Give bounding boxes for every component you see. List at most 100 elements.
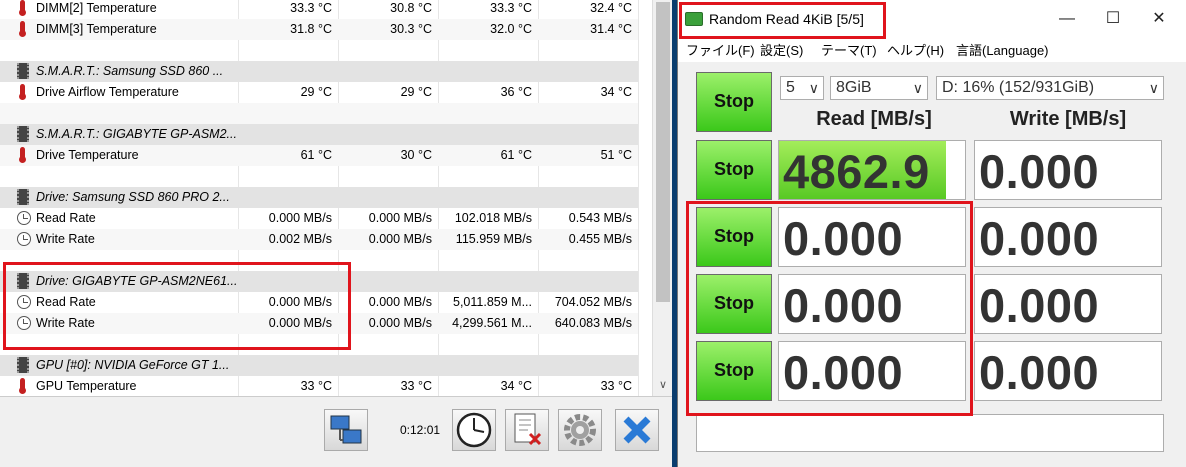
- network-button[interactable]: [324, 409, 368, 451]
- spacer-row: [0, 40, 638, 61]
- read-value-1: 4862.9: [783, 145, 930, 198]
- chip-icon: [17, 63, 29, 79]
- network-icon: [330, 415, 362, 444]
- write-result-4: 0.000: [974, 341, 1162, 401]
- spacer-row: [0, 166, 638, 187]
- sensor-row[interactable]: DIMM[3] Temperature 31.8 °C 30.3 °C 32.0 °C…: [0, 19, 638, 40]
- max-value: 4,299.561 M...: [452, 316, 532, 330]
- hwinfo-toolbar: 0:12:01: [0, 396, 672, 467]
- min-value: 30.8 °C: [390, 1, 432, 15]
- highlight-title: [679, 2, 886, 39]
- close-icon: [623, 416, 651, 444]
- clock-icon: [456, 412, 492, 448]
- max-value: 34 °C: [500, 379, 532, 393]
- current-value: 31.8 °C: [290, 22, 332, 36]
- minimize-button[interactable]: —: [1044, 6, 1090, 32]
- stop-test-1-button[interactable]: Stop: [696, 140, 772, 200]
- close-sensors-button[interactable]: [615, 409, 659, 451]
- chip-icon: [17, 126, 29, 142]
- close-button[interactable]: ✕: [1136, 6, 1182, 32]
- write-value-4: 0.000: [979, 346, 1100, 399]
- comment-field[interactable]: [696, 414, 1164, 452]
- scroll-down-arrow-icon[interactable]: ∨: [653, 378, 673, 394]
- thermometer-icon: [19, 0, 26, 16]
- sensor-label: Drive: Samsung SSD 860 PRO 2...: [36, 190, 230, 204]
- menu-settings[interactable]: 設定(S): [760, 40, 803, 59]
- highlight-gigabyte-drive-rows: [3, 262, 351, 350]
- sensor-label: Read Rate: [36, 211, 96, 225]
- sensor-row[interactable]: Drive Temperature 61 °C 30 °C 61 °C 51 °C: [0, 145, 638, 166]
- crystaldiskmark-window: Random Read 4KiB [5/5] — ☐ ✕ ファイル(F) 設定(…: [677, 0, 1186, 467]
- max-value: 36 °C: [500, 85, 532, 99]
- elapsed-timer: 0:12:01: [400, 423, 441, 437]
- write-column-header: Write [MB/s]: [1009, 108, 1127, 130]
- menu-language[interactable]: 言語(Language): [956, 40, 1049, 59]
- sensor-row[interactable]: GPU Temperature 33 °C 33 °C 34 °C 33 °C: [0, 376, 638, 396]
- sensor-group-header[interactable]: Drive: Samsung SSD 860 PRO 2...: [0, 187, 638, 208]
- min-value: 0.000 MB/s: [368, 316, 432, 330]
- thermometer-icon: [19, 21, 26, 37]
- highlight-zero-read-results: [686, 201, 973, 416]
- current-value: 61 °C: [300, 148, 332, 162]
- max-value: 33.3 °C: [490, 1, 532, 15]
- log-button[interactable]: [505, 409, 549, 451]
- sensor-label: Drive Temperature: [36, 148, 139, 162]
- test-count-select[interactable]: 5 ∨: [780, 76, 824, 100]
- current-value: 33 °C: [300, 379, 332, 393]
- menu-theme[interactable]: テーマ(T): [821, 40, 877, 59]
- sensor-label: DIMM[3] Temperature: [36, 22, 157, 36]
- test-size-select[interactable]: 8GiB ∨: [830, 76, 928, 100]
- spacer-row: [0, 103, 638, 124]
- drive-select[interactable]: D: 16% (152/931GiB) ∨: [936, 76, 1164, 100]
- sensor-group-header[interactable]: GPU [#0]: NVIDIA GeForce GT 1...: [0, 355, 638, 376]
- gauge-icon: [17, 211, 31, 225]
- menu-file[interactable]: ファイル(F): [686, 40, 755, 59]
- thermometer-icon: [19, 147, 26, 163]
- chevron-down-icon: ∨: [1148, 80, 1159, 96]
- sensor-label: Write Rate: [36, 232, 95, 246]
- current-value: 33.3 °C: [290, 1, 332, 15]
- sensor-label: GPU [#0]: NVIDIA GeForce GT 1...: [36, 358, 230, 372]
- avg-value: 0.543 MB/s: [568, 211, 632, 225]
- sensor-row[interactable]: Drive Airflow Temperature 29 °C 29 °C 36 °C…: [0, 82, 638, 103]
- min-value: 0.000 MB/s: [368, 211, 432, 225]
- avg-value: 0.455 MB/s: [568, 232, 632, 246]
- min-value: 30.3 °C: [390, 22, 432, 36]
- thermometer-icon: [19, 84, 26, 100]
- column-divider: [638, 0, 639, 396]
- write-result-2: 0.000: [974, 207, 1162, 267]
- min-value: 33 °C: [400, 379, 432, 393]
- menu-help[interactable]: ヘルプ(H): [887, 40, 944, 59]
- avg-value: 31.4 °C: [590, 22, 632, 36]
- scrollbar-thumb[interactable]: [656, 2, 670, 302]
- document-delete-icon: [514, 413, 542, 446]
- sensor-scrollbar[interactable]: ∨: [652, 0, 672, 396]
- write-value-3: 0.000: [979, 279, 1100, 332]
- min-value: 0.000 MB/s: [368, 232, 432, 246]
- sensor-row[interactable]: Write Rate 0.002 MB/s 0.000 MB/s 115.959 MB…: [0, 229, 638, 250]
- sensor-label: Drive Airflow Temperature: [36, 85, 179, 99]
- write-result-1: 0.000: [974, 140, 1162, 200]
- min-value: 29 °C: [400, 85, 432, 99]
- avg-value: 34 °C: [600, 85, 632, 99]
- sensor-row[interactable]: Read Rate 0.000 MB/s 0.000 MB/s 102.018 MB/…: [0, 208, 638, 229]
- read-column-header: Read [MB/s]: [816, 108, 932, 130]
- min-value: 30 °C: [400, 148, 432, 162]
- max-value: 102.018 MB/s: [454, 211, 532, 225]
- menu-bar: ファイル(F) 設定(S) テーマ(T) ヘルプ(H) 言語(Language): [678, 38, 1186, 62]
- sensor-group-header[interactable]: S.M.A.R.T.: GIGABYTE GP-ASM2...: [0, 124, 638, 145]
- avg-value: 51 °C: [600, 148, 632, 162]
- max-value: 115.959 MB/s: [455, 232, 532, 246]
- chip-icon: [17, 357, 29, 373]
- settings-button[interactable]: [558, 409, 602, 451]
- stop-all-button[interactable]: Stop: [696, 72, 772, 132]
- current-value: 0.002 MB/s: [268, 232, 332, 246]
- sensor-group-header[interactable]: S.M.A.R.T.: Samsung SSD 860 ...: [0, 61, 638, 82]
- maximize-button[interactable]: ☐: [1090, 6, 1136, 32]
- avg-value: 33 °C: [600, 379, 632, 393]
- chevron-down-icon: ∨: [808, 80, 819, 96]
- avg-value: 32.4 °C: [590, 1, 632, 15]
- reset-timer-button[interactable]: [452, 409, 496, 451]
- sensor-row[interactable]: DIMM[2] Temperature 33.3 °C 30.8 °C 33.3 °C…: [0, 0, 638, 19]
- max-value: 5,011.859 M...: [453, 295, 532, 309]
